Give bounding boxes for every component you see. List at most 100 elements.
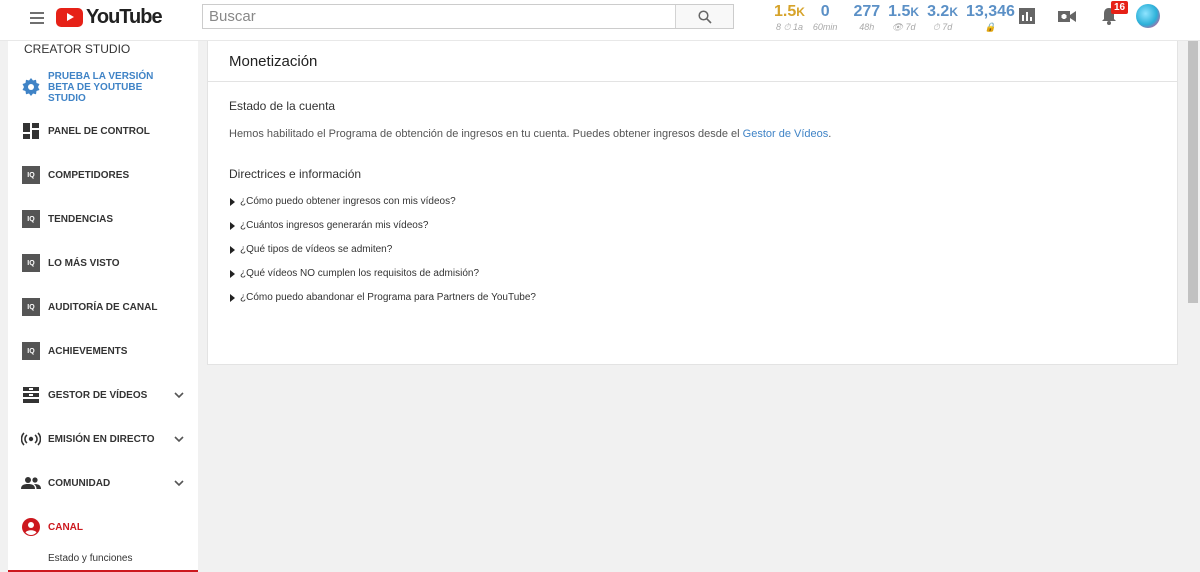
scrollbar[interactable] bbox=[1186, 41, 1200, 572]
vidiq-icon: IQ bbox=[21, 165, 41, 185]
vidiq-icon: IQ bbox=[21, 297, 41, 317]
stat-item[interactable]: 1.5K 8 ⏱ 1a bbox=[774, 4, 805, 36]
stat-unit: K bbox=[796, 5, 805, 19]
account-status-body: Hemos habilitado el Programa de obtenció… bbox=[229, 128, 743, 140]
sidebar-item-label: TENDENCIAS bbox=[48, 213, 114, 225]
sidebar: CREATOR STUDIO PRUEBA LA VERSIÓN BETA DE… bbox=[8, 41, 198, 572]
search-bar bbox=[202, 4, 734, 29]
search-button[interactable] bbox=[675, 5, 733, 28]
video-manager-link[interactable]: Gestor de Vídeos bbox=[743, 128, 829, 140]
account-status-text: Hemos habilitado el Programa de obtenció… bbox=[229, 128, 831, 140]
sidebar-item-channel[interactable]: CANAL bbox=[8, 509, 198, 545]
stat-unit: K bbox=[949, 5, 958, 19]
chevron-down-icon[interactable] bbox=[174, 479, 184, 487]
expand-triangle-icon bbox=[230, 245, 235, 254]
gear-icon bbox=[21, 77, 41, 97]
dashboard-icon bbox=[21, 121, 41, 141]
faq-item[interactable]: ¿Qué vídeos NO cumplen los requisitos de… bbox=[230, 268, 479, 279]
sidebar-item-label: CANAL bbox=[48, 521, 83, 533]
community-icon bbox=[21, 473, 41, 493]
sidebar-item-channel-audit[interactable]: IQ AUDITORÍA DE CANAL bbox=[8, 289, 198, 325]
vidiq-badge: IQ bbox=[22, 210, 40, 228]
faq-item[interactable]: ¿Qué tipos de vídeos se admiten? bbox=[230, 244, 392, 255]
sidebar-item-competitors[interactable]: IQ COMPETIDORES bbox=[8, 157, 198, 193]
avatar[interactable] bbox=[1136, 4, 1160, 28]
video-manager-icon bbox=[21, 385, 41, 405]
vidiq-stats: 1.5K 8 ⏱ 1a 0 60min 277 48h 1.5K 👁 7d 3.… bbox=[774, 4, 1015, 36]
monetization-panel: Monetización Estado de la cuenta Hemos h… bbox=[207, 41, 1178, 365]
vidiq-icon: IQ bbox=[21, 253, 41, 273]
channel-icon bbox=[21, 517, 41, 537]
sidebar-item-live-broadcast[interactable]: EMISIÓN EN DIRECTO bbox=[8, 421, 198, 457]
account-status-heading: Estado de la cuenta bbox=[229, 99, 336, 113]
stat-label: 🔒 bbox=[984, 22, 997, 32]
sidebar-item-video-manager[interactable]: GESTOR DE VÍDEOS bbox=[8, 377, 198, 413]
stat-item[interactable]: 277 48h bbox=[853, 4, 880, 36]
sidebar-item-label: COMPETIDORES bbox=[48, 169, 130, 181]
stat-item[interactable]: 13,346 🔒 bbox=[966, 4, 1015, 36]
top-bar: YouTube 1.5K 8 ⏱ 1a 0 60min 277 48h 1.5K… bbox=[0, 0, 1200, 41]
menu-icon[interactable] bbox=[30, 12, 44, 24]
vidiq-badge: IQ bbox=[22, 342, 40, 360]
sidebar-title: CREATOR STUDIO bbox=[24, 42, 131, 56]
stat-label: ⏱ 7d bbox=[932, 22, 953, 32]
vidiq-badge: IQ bbox=[22, 166, 40, 184]
stat-item[interactable]: 0 60min bbox=[813, 4, 838, 36]
sidebar-item-label: PRUEBA LA VERSIÓN BETA DE YOUTUBE STUDIO bbox=[48, 70, 154, 104]
sidebar-item-most-viewed[interactable]: IQ LO MÁS VISTO bbox=[8, 245, 198, 281]
search-icon bbox=[697, 9, 712, 24]
sidebar-item-achievements[interactable]: IQ ACHIEVEMENTS bbox=[8, 333, 198, 369]
stat-item[interactable]: 1.5K 👁 7d bbox=[888, 4, 919, 36]
account-status-end: . bbox=[828, 128, 832, 140]
faq-text: ¿Qué tipos de vídeos se admiten? bbox=[240, 244, 393, 255]
sidebar-item-label: COMUNIDAD bbox=[48, 477, 111, 489]
stat-unit: K bbox=[910, 5, 920, 19]
expand-triangle-icon bbox=[230, 293, 235, 302]
vidiq-icon: IQ bbox=[21, 209, 41, 229]
vidiq-badge: IQ bbox=[22, 254, 40, 272]
sidebar-item-trends[interactable]: IQ TENDENCIAS bbox=[8, 201, 198, 237]
faq-item[interactable]: ¿Cómo puedo abandonar el Programa para P… bbox=[230, 292, 536, 303]
stat-label: 48h bbox=[859, 22, 875, 32]
analytics-icon[interactable] bbox=[1019, 8, 1035, 24]
faq-item[interactable]: ¿Cuántos ingresos generarán mis vídeos? bbox=[230, 220, 428, 231]
notification-badge: 16 bbox=[1111, 1, 1129, 14]
sidebar-item-label: ACHIEVEMENTS bbox=[48, 345, 128, 357]
sidebar-item-label: LO MÁS VISTO bbox=[48, 257, 120, 269]
live-broadcast-icon bbox=[21, 429, 41, 449]
vidiq-icon: IQ bbox=[21, 341, 41, 361]
chevron-down-icon[interactable] bbox=[174, 435, 184, 443]
faq-text: ¿Cómo puedo abandonar el Programa para P… bbox=[240, 292, 536, 303]
page-title: Monetización bbox=[229, 52, 318, 70]
stat-value: 13,346 bbox=[965, 3, 1015, 20]
sidebar-item-label: GESTOR DE VÍDEOS bbox=[48, 389, 148, 401]
youtube-logo[interactable]: YouTube bbox=[56, 6, 163, 28]
sidebar-item-label: PANEL DE CONTROL bbox=[48, 125, 150, 137]
sidebar-item-dashboard[interactable]: PANEL DE CONTROL bbox=[8, 113, 198, 149]
stat-label: 👁 7d bbox=[891, 22, 916, 32]
sidebar-item-community[interactable]: COMUNIDAD bbox=[8, 465, 198, 501]
expand-triangle-icon bbox=[230, 221, 235, 230]
search-input[interactable] bbox=[203, 5, 675, 28]
stat-value: 3.2 bbox=[927, 3, 950, 20]
stat-value: 1.5 bbox=[888, 3, 911, 20]
panel-header: Monetización bbox=[208, 41, 1177, 82]
sidebar-item-studio-beta[interactable]: PRUEBA LA VERSIÓN BETA DE YOUTUBE STUDIO bbox=[8, 69, 198, 105]
upload-video-icon[interactable] bbox=[1058, 10, 1076, 23]
faq-text: ¿Qué vídeos NO cumplen los requisitos de… bbox=[240, 268, 480, 279]
sidebar-item-label: EMISIÓN EN DIRECTO bbox=[48, 433, 155, 445]
scrollbar-thumb[interactable] bbox=[1188, 41, 1198, 303]
sidebar-subitem-status-features[interactable]: Estado y funciones bbox=[48, 553, 133, 564]
stat-value: 277 bbox=[853, 3, 881, 20]
faq-text: ¿Cómo puedo obtener ingresos con mis víd… bbox=[240, 196, 456, 207]
chevron-down-icon[interactable] bbox=[174, 391, 184, 399]
sidebar-item-label: AUDITORÍA DE CANAL bbox=[48, 301, 158, 313]
stat-item[interactable]: 3.2K ⏱ 7d bbox=[927, 4, 958, 36]
vidiq-badge: IQ bbox=[22, 298, 40, 316]
faq-item[interactable]: ¿Cómo puedo obtener ingresos con mis víd… bbox=[230, 196, 456, 207]
stat-value: 1.5 bbox=[774, 3, 797, 20]
stat-value: 0 bbox=[820, 3, 830, 20]
stat-label: 8 ⏱ 1a bbox=[775, 22, 803, 32]
expand-triangle-icon bbox=[230, 269, 235, 278]
stat-label: 60min bbox=[812, 22, 838, 32]
